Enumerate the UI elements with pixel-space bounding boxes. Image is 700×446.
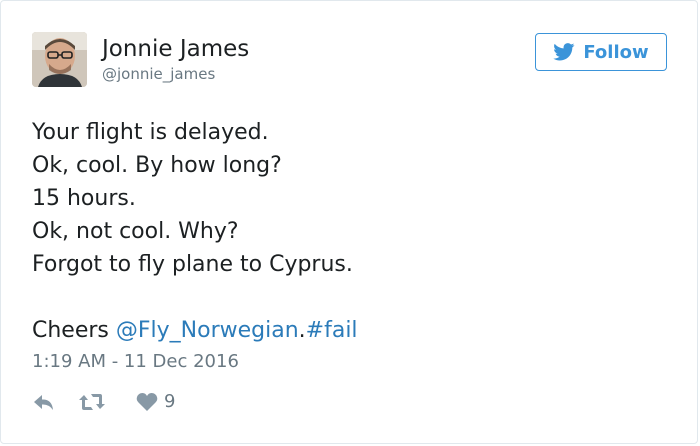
tweet-line: Ok, cool. By how long? [32, 153, 282, 178]
follow-label: Follow [583, 41, 649, 63]
avatar[interactable] [32, 32, 87, 87]
mention-link[interactable]: @Fly_Norwegian [116, 318, 299, 343]
retweet-button[interactable] [78, 391, 106, 413]
heart-icon [136, 392, 158, 412]
tweet-line: 15 hours. [32, 186, 136, 211]
like-button[interactable]: 9 [136, 391, 175, 412]
tweet-text: Your flight is delayed. Ok, cool. By how… [32, 116, 672, 347]
separator-text: . [298, 318, 306, 343]
user-name[interactable]: Jonnie James [102, 36, 249, 62]
reply-icon [32, 391, 56, 413]
tweet-header: Jonnie James @jonnie_james Follow [32, 32, 667, 88]
reply-button[interactable] [32, 391, 56, 413]
tweet-line: Ok, not cool. Why? [32, 219, 239, 244]
tweet-line: Forgot to fly plane to Cyprus. [32, 252, 353, 277]
twitter-bird-icon [553, 43, 575, 61]
tweet-card: Jonnie James @jonnie_james Follow Your f… [0, 0, 698, 444]
follow-button[interactable]: Follow [535, 33, 667, 71]
hashtag-link[interactable]: #fail [306, 318, 358, 343]
retweet-icon [78, 391, 106, 413]
closing-text: Cheers [32, 318, 116, 343]
tweet-closing-line: Cheers @Fly_Norwegian.#fail [32, 314, 672, 347]
user-handle[interactable]: @jonnie_james [102, 65, 215, 83]
timestamp-link[interactable]: 1:19 AM - 11 Dec 2016 [32, 351, 239, 372]
like-count: 9 [164, 391, 176, 412]
tweet-line: Your flight is delayed. [32, 120, 269, 145]
